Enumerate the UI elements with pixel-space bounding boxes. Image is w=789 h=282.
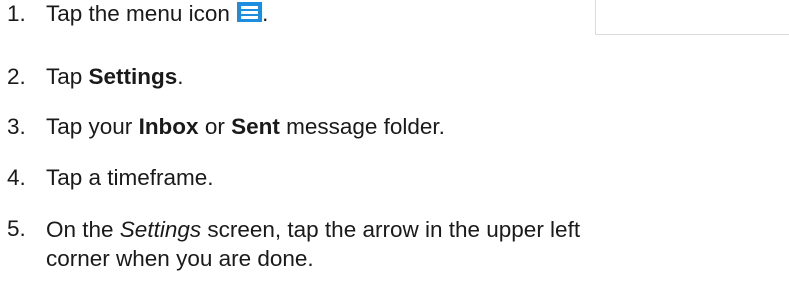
step-text-part: Tap the menu icon [46,1,237,26]
step-number: 1. [7,1,26,26]
corner-frame [595,0,789,35]
step-text-part: . [177,64,184,89]
settings-screen-label: Settings [119,217,202,242]
step-number: 4. [7,165,26,190]
step-number: 3. [7,114,26,139]
step-number: 2. [7,64,26,89]
step-text: Tap the menu icon . [46,0,268,28]
step-text-part: or [198,114,232,139]
step-text-part: . [262,1,269,26]
step-text-part: message folder. [279,114,445,139]
step-text-part: Tap [46,64,89,89]
step-text: On the Settings screen, tap the arrow in… [46,215,580,273]
menu-icon [237,2,263,22]
step-text-part: On the [46,217,120,242]
settings-label: Settings [88,64,178,89]
step-text: Tap a timeframe. [46,165,214,190]
step-text-part: corner when you are done. [46,246,314,271]
inbox-label: Inbox [138,114,199,139]
step-number: 5. [7,216,26,241]
sent-label: Sent [231,114,280,139]
step-text: Tap Settings. [46,63,184,91]
step-text: Tap your Inbox or Sent message folder. [46,113,445,141]
step-text-part: Tap your [46,114,139,139]
step-text-part: screen, tap the arrow in the upper left [201,217,581,242]
